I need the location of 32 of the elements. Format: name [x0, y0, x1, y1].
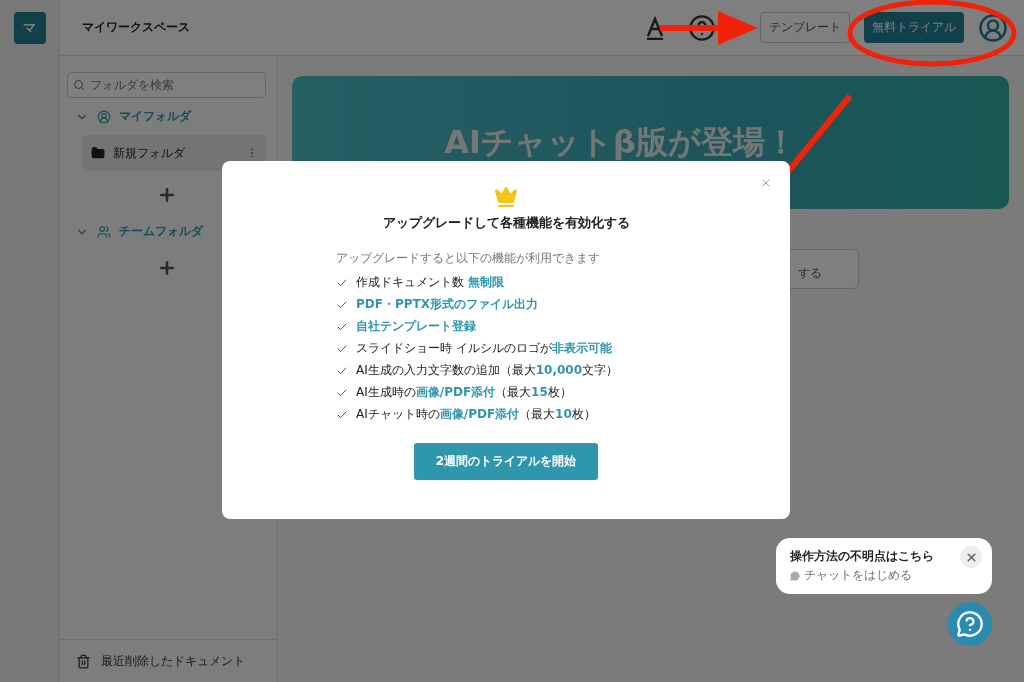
chat-bubble-icon: [790, 570, 800, 581]
template-button[interactable]: テンプレート: [760, 12, 850, 43]
feature-text: AIチャット時の画像/PDF添付（最大10枚）: [356, 406, 596, 423]
popup-title: 操作方法の不明点はこちら: [790, 549, 934, 564]
trash-icon: [76, 653, 91, 669]
recently-deleted-link[interactable]: 最近削除したドキュメント: [60, 639, 276, 682]
question-bubble-icon: [956, 610, 984, 638]
crown-icon: [494, 185, 518, 209]
close-icon[interactable]: [960, 546, 982, 568]
dialog-title: アップグレードして各種機能を有効化する: [382, 215, 630, 232]
help-chat-button[interactable]: [948, 602, 992, 646]
feature-text: AI生成の入力文字数の追加（最大10,000文字）: [356, 362, 619, 379]
feature-text: PDF・PPTX形式のファイル出力: [356, 296, 538, 313]
workspace-title: マイワークスペース: [82, 19, 191, 36]
feature-text: AI生成時の画像/PDF添付（最大15枚）: [356, 384, 572, 401]
feature-text: スライドショー時 イルシルのロゴが非表示可能: [356, 340, 612, 357]
folder-item[interactable]: 新規フォルダ: [83, 135, 266, 171]
user-circle-icon: [97, 109, 111, 124]
help-icon[interactable]: [688, 13, 716, 42]
feature-text: 作成ドキュメント数 無制限: [356, 274, 504, 291]
feature-text: 自社テンプレート登録: [356, 318, 476, 335]
people-icon: [97, 224, 111, 239]
dialog-subtitle: アップグレードすると以下の機能が利用できます: [336, 250, 601, 267]
start-chat-link[interactable]: チャットをはじめる: [804, 567, 912, 584]
folder-section-header[interactable]: マイフォルダ: [67, 104, 266, 129]
folder-section-header[interactable]: チームフォルダ: [67, 219, 266, 244]
workspace-avatar[interactable]: マ: [13, 12, 46, 44]
start-trial-button[interactable]: 2週間のトライアルを開始: [413, 443, 599, 480]
close-icon[interactable]: [760, 177, 772, 189]
user-avatar-icon[interactable]: [978, 12, 1008, 43]
free-trial-button[interactable]: 無料トライアル: [864, 12, 964, 43]
folder-icon: [91, 146, 105, 160]
